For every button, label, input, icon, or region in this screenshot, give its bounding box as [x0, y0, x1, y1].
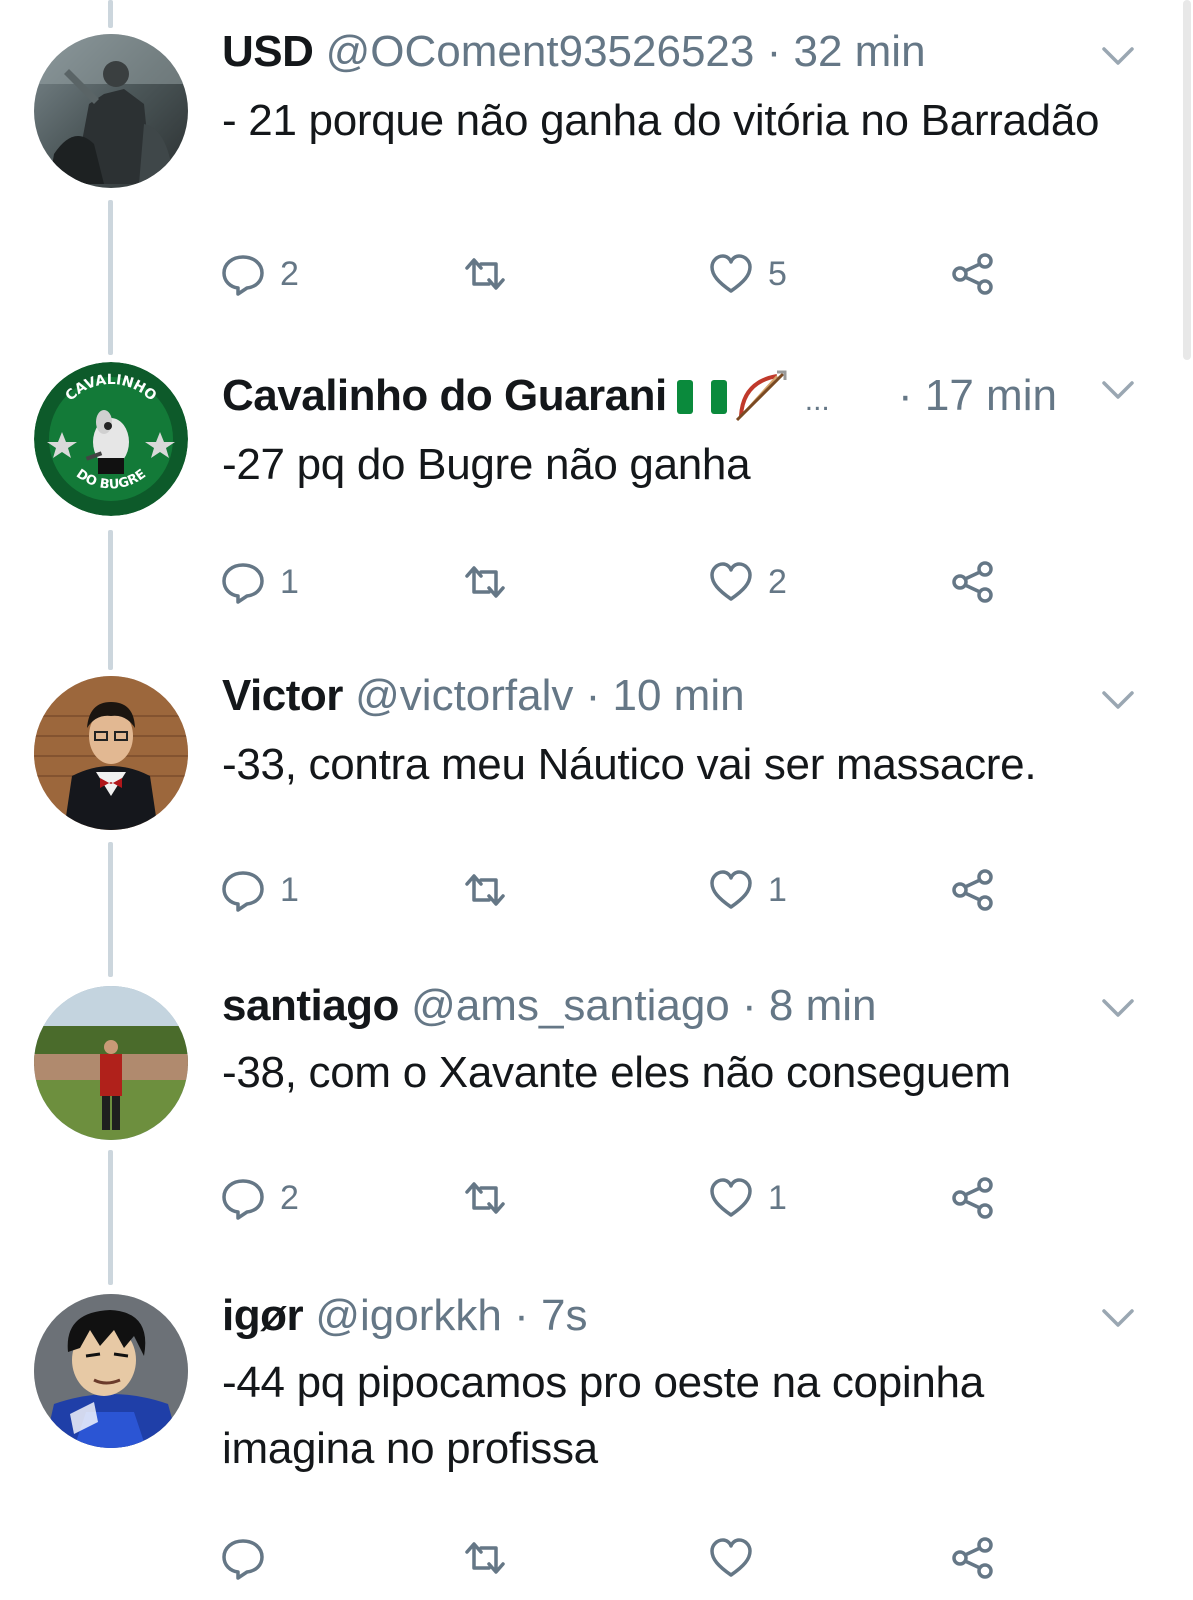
handle[interactable]: @OComent93526523 — [326, 27, 755, 76]
heart-icon — [710, 1538, 752, 1577]
thread-line — [108, 200, 113, 355]
reply-count: 2 — [280, 254, 299, 293]
share-icon — [952, 561, 993, 603]
reply-count: 1 — [280, 870, 299, 909]
share-button[interactable] — [950, 558, 996, 606]
share-button[interactable] — [950, 250, 996, 298]
reply-icon — [222, 871, 264, 912]
reply-button[interactable] — [220, 1534, 280, 1582]
chevron-down-icon[interactable] — [1100, 1306, 1136, 1330]
rider-photo-avatar — [34, 34, 188, 188]
share-icon — [952, 1537, 993, 1579]
like-button[interactable]: 2 — [708, 558, 787, 606]
nigeria-flag-emoji — [676, 380, 727, 414]
retweet-button[interactable] — [462, 1534, 522, 1582]
display-name[interactable]: Victor — [222, 671, 343, 720]
reply-icon — [222, 1539, 264, 1580]
like-count: 5 — [768, 254, 787, 293]
reply-icon — [222, 255, 264, 296]
retweet-icon — [465, 1182, 505, 1214]
display-name[interactable]: igør — [222, 1291, 304, 1340]
thread-line — [108, 530, 113, 670]
chevron-down-icon[interactable] — [1100, 378, 1136, 402]
chevron-down-icon[interactable] — [1100, 44, 1136, 68]
field-photo-avatar — [34, 986, 188, 1140]
cavalinho-logo-avatar: CAVALINHO DO BUGRE — [34, 362, 188, 516]
separator: · — [754, 27, 794, 76]
avatar[interactable] — [34, 34, 188, 188]
share-button[interactable] — [950, 1534, 996, 1582]
heart-icon — [710, 254, 752, 293]
like-button[interactable] — [708, 1534, 768, 1582]
separator: · — [729, 981, 769, 1030]
timestamp[interactable]: 32 min — [793, 27, 925, 76]
reply-button[interactable]: 2 — [220, 250, 299, 298]
retweet-icon — [465, 1542, 505, 1574]
like-count: 1 — [768, 1178, 787, 1217]
handle[interactable]: @ams_santiago — [411, 981, 730, 1030]
chevron-down-icon[interactable] — [1100, 996, 1136, 1020]
reply-count: 1 — [280, 562, 299, 601]
reply-button[interactable]: 1 — [220, 558, 299, 606]
like-count: 1 — [768, 870, 787, 909]
avatar[interactable] — [34, 986, 188, 1140]
heart-icon — [710, 562, 752, 601]
share-icon — [952, 869, 993, 911]
bow-and-arrow-emoji — [735, 370, 787, 422]
suit-photo-avatar — [34, 676, 188, 830]
reply-button[interactable]: 1 — [220, 866, 299, 914]
share-icon — [952, 1177, 993, 1219]
share-button[interactable] — [950, 866, 996, 914]
share-button[interactable] — [950, 1174, 996, 1222]
like-button[interactable]: 1 — [708, 1174, 787, 1222]
timestamp[interactable]: · 17 min — [898, 366, 1057, 426]
scrollbar[interactable] — [1183, 0, 1191, 360]
heart-icon — [710, 870, 752, 909]
share-icon — [952, 253, 993, 295]
avatar[interactable] — [34, 676, 188, 830]
timestamp[interactable]: 8 min — [769, 981, 877, 1030]
name-truncation: ... — [804, 384, 830, 417]
like-button[interactable]: 5 — [708, 250, 787, 298]
thread-line — [108, 842, 113, 977]
retweet-button[interactable] — [462, 1174, 522, 1222]
separator: · — [573, 671, 613, 720]
display-name[interactable]: USD — [222, 27, 314, 76]
retweet-button[interactable] — [462, 250, 522, 298]
like-button[interactable]: 1 — [708, 866, 787, 914]
reply-count: 2 — [280, 1178, 299, 1217]
tweet-text: -38, com o Xavante eles não conseguem — [222, 1048, 1011, 1097]
chevron-down-icon[interactable] — [1100, 688, 1136, 712]
handle[interactable]: @victorfalv — [355, 671, 573, 720]
timestamp[interactable]: 10 min — [613, 671, 745, 720]
like-count: 2 — [768, 562, 787, 601]
retweet-icon — [465, 258, 505, 290]
avatar[interactable] — [34, 1294, 188, 1448]
tweet-text: -33, contra meu Náutico vai ser massacre… — [222, 740, 1037, 789]
display-name[interactable]: santiago — [222, 981, 399, 1030]
reply-button[interactable]: 2 — [220, 1174, 299, 1222]
tweet-text: - 21 porque não ganha do vitória no Barr… — [222, 96, 1100, 145]
thread-line — [108, 1150, 113, 1285]
retweet-icon — [465, 874, 505, 906]
heart-icon — [710, 1178, 752, 1217]
retweet-button[interactable] — [462, 558, 522, 606]
avatar[interactable]: CAVALINHO DO BUGRE — [34, 362, 188, 516]
reply-icon — [222, 1179, 264, 1220]
retweet-icon — [465, 566, 505, 598]
reply-icon — [222, 563, 264, 604]
thread-line — [108, 0, 113, 28]
tweet-text: -44 pq pipocamos pro oeste na copinha im… — [222, 1358, 984, 1473]
cartoon-avatar — [34, 1294, 188, 1448]
tweet-text: -27 pq do Bugre não ganha — [222, 440, 751, 489]
display-name[interactable]: Cavalinho do Guarani — [222, 371, 667, 420]
handle[interactable]: @igorkkh — [315, 1291, 502, 1340]
timestamp[interactable]: 7s — [541, 1291, 587, 1340]
retweet-button[interactable] — [462, 866, 522, 914]
separator: · — [501, 1291, 541, 1340]
